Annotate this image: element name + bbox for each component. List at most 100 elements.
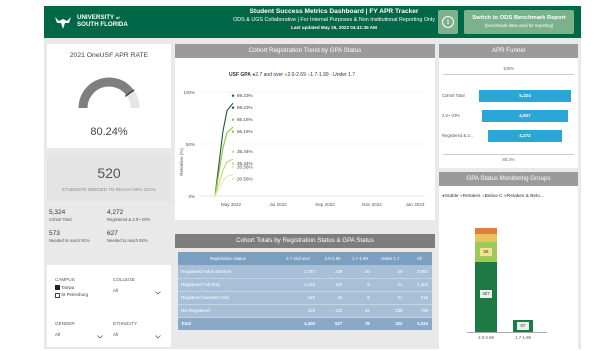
trend-point[interactable] — [231, 150, 235, 153]
funnel-bar[interactable]: 4,927 — [482, 110, 568, 122]
col-header[interactable]: 2.0-2.69 — [318, 252, 347, 265]
bar1-category: 2.0-2.69 — [478, 335, 494, 340]
switch-benchmark-label: Switch to ODS Benchmark Report — [472, 15, 566, 21]
dashboard-frame: UNIVERSITY of SOUTH FLORIDA Student Succ… — [44, 6, 581, 349]
ethnicity-filter[interactable]: ETHNICITY All — [113, 321, 163, 339]
bar2-stable-value: 67 — [517, 322, 529, 330]
switch-benchmark-button[interactable]: Switch to ODS Benchmark Report (benchmar… — [464, 10, 574, 34]
col-header[interactable]: All — [406, 252, 432, 265]
stat-needed-91-label: Needed to reach 91% — [49, 238, 90, 243]
trend-data-label: 89.23% — [237, 105, 253, 110]
groups-legend: ●Stable ●Retakes ●Below C ●Retakes & Bel… — [442, 194, 544, 199]
trend-data-label: 20.56% — [237, 177, 253, 182]
table-row[interactable]: Not Registered 328 133 42 235 738 — [178, 304, 432, 318]
bar1-retakes-segment[interactable]: 59 — [475, 242, 497, 262]
campus-option-stpete[interactable]: St Petersburg — [55, 292, 88, 298]
stats-block: 5,324 Cohort Total 4,272 Registered & 2.… — [47, 205, 171, 261]
funnel-bar[interactable]: 4,272 — [488, 130, 562, 142]
table-cell: 2,757 — [277, 265, 319, 279]
bar1-belowc-segment[interactable] — [475, 234, 497, 242]
x-tick-jan: Jan 2023 — [406, 202, 425, 207]
funnel-top-pct: 100% — [503, 66, 514, 71]
cohort-table: Registration Status 2.7 and over 2.0-2.6… — [178, 252, 432, 330]
checkbox-checked-icon — [55, 285, 60, 291]
table-row[interactable]: Registered Summer Only 145 44 8 21 218 — [178, 291, 432, 305]
stat-cohort-total-value: 5,324 — [49, 209, 66, 216]
ethnicity-filter-label: ETHNICITY — [113, 321, 138, 326]
funnel-bar[interactable]: 5,324 — [479, 90, 571, 102]
legend-item-4: Under 1.7 — [333, 72, 356, 78]
table-cell: 100 — [318, 278, 347, 292]
needed-value: 520 — [97, 165, 121, 181]
trend-point[interactable] — [231, 165, 235, 169]
college-filter[interactable]: COLLEGE All — [113, 277, 163, 295]
funnel-bottom-pct: 80.2% — [502, 157, 515, 162]
legend-item-3: 1.7-1.99 — [310, 72, 329, 78]
table-cell: 239 — [318, 265, 347, 279]
stat-registered-value: 4,272 — [107, 209, 124, 216]
gender-filter[interactable]: GENDER All — [55, 321, 105, 339]
usf-bull-logo-icon — [55, 17, 71, 29]
trend-legend: USF GPA ●2.7 and over ●2.0-2.69 ●1.7-1.9… — [229, 72, 355, 78]
table-cell: 328 — [277, 304, 319, 318]
table-cell: 8 — [346, 291, 374, 305]
checkbox-empty-icon — [55, 292, 60, 298]
table-cell: Registered Summer Only — [178, 291, 278, 305]
table-cell: 44 — [318, 291, 347, 305]
table-cell: 8 — [346, 278, 374, 292]
table-row[interactable]: Registered Fall Only 1,163 100 8 21 1,30… — [178, 278, 432, 292]
y-tick-50: 50% — [186, 142, 195, 147]
campus-filter: CAMPUS Tampa St Petersburg — [55, 277, 88, 298]
table-cell: 218 — [406, 291, 432, 305]
university-wordmark: UNIVERSITY of SOUTH FLORIDA — [77, 14, 128, 28]
bar2-category: 1.7-1.99 — [515, 335, 531, 340]
table-cell: Registered Fall Only — [178, 278, 278, 292]
funnel-row-label: Registered & 2... — [442, 133, 474, 138]
groups-legend-belowc: Below C — [484, 194, 503, 199]
campus-filter-label: CAMPUS — [55, 277, 75, 282]
trend-data-label: 66.16% — [237, 117, 253, 122]
col-header[interactable]: Under 1.7 — [373, 252, 407, 265]
trend-data-label: 20.56% — [237, 165, 253, 170]
trend-point[interactable] — [231, 177, 235, 181]
gpa-groups-card: GPA Status Monitoring Groups ●Stable ●Re… — [439, 172, 578, 349]
trend-point[interactable] — [231, 118, 235, 121]
x-tick-may: May 2022 — [221, 202, 242, 207]
trend-point[interactable] — [231, 106, 235, 109]
chevron-down-icon — [97, 335, 103, 339]
info-button[interactable]: i — [438, 10, 458, 34]
funnel-row-label: 2.0+ GPA — [442, 113, 460, 118]
table-cell: Registered Fall & Summer — [178, 265, 278, 279]
col-header[interactable]: 1.7-1.99 — [346, 252, 374, 265]
col-header[interactable]: Registration Status — [178, 252, 278, 265]
table-total-row[interactable]: Total 4,400 527 78 322 5,324 — [178, 317, 432, 330]
trend-chart-card: Cohort Registration Trend by GPA Status … — [175, 44, 435, 220]
campus-option-tampa[interactable]: Tampa — [55, 285, 88, 291]
trend-point[interactable] — [231, 94, 235, 97]
needed-label: STUDENTS NEEDED TO REACH 90% GOAL — [61, 187, 157, 192]
table-cell: 133 — [318, 304, 347, 318]
trend-point[interactable] — [231, 130, 235, 133]
table-cell: 1,163 — [277, 278, 319, 292]
stat-registered-label: Registered & 2.0+ GPA — [107, 217, 151, 222]
bar1-retakes-value: 59 — [480, 248, 492, 256]
table-row[interactable]: Registered Fall & Summer 2,757 239 20 45… — [178, 265, 432, 279]
table-cell: Total — [178, 317, 278, 330]
bar1-stable-value: 407 — [480, 290, 492, 298]
legend-item-2: 2.0-2.69 — [287, 72, 306, 78]
table-cell: 322 — [373, 317, 407, 330]
needed-card: 520 STUDENTS NEEDED TO REACH 90% GOAL — [47, 153, 171, 201]
x-tick-sep: Sep 2022 — [315, 202, 335, 207]
groups-legend-retakes-below: Retakes & Belo... — [506, 194, 544, 199]
apr-funnel-card: APR Funnel 100% 80.2% Cohort Total 5,324 2… — [439, 44, 578, 168]
chevron-down-icon — [155, 291, 161, 295]
table-cell: 45 — [373, 265, 407, 279]
trend-point[interactable] — [231, 162, 235, 165]
x-tick-jul: Jul 2022 — [269, 202, 287, 207]
gender-filter-label: GENDER — [55, 321, 75, 326]
gpa-groups-title: GPA Status Monitoring Groups — [439, 172, 578, 186]
col-header[interactable]: 2.7 and over — [277, 252, 319, 265]
bar1-stable-segment[interactable]: 407 — [475, 262, 497, 332]
apr-funnel-title: APR Funnel — [439, 44, 578, 58]
bar2-stable-segment[interactable]: 67 — [513, 320, 533, 332]
